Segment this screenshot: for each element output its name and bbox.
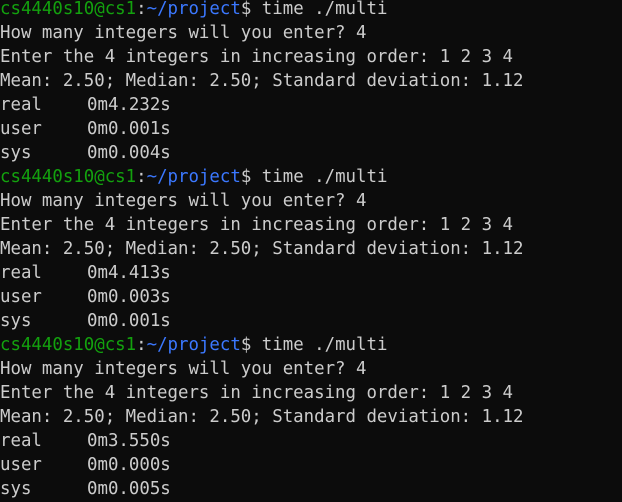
timing-label: real	[0, 263, 42, 283]
output-result: Mean: 2.50; Median: 2.50; Standard devia…	[0, 407, 524, 427]
prompt-user-host: cs4440s10@cs1	[0, 0, 137, 19]
prompt-user-host: cs4440s10@cs1	[0, 335, 137, 355]
timing-label: user	[0, 455, 42, 475]
timing-label: user	[0, 119, 42, 139]
timing-label: user	[0, 287, 42, 307]
timing-label: sys	[0, 479, 32, 499]
prompt-symbol: $	[240, 167, 252, 187]
timing-value: 0m3.550s	[87, 431, 171, 451]
output-input-line: Enter the 4 integers in increasing order…	[0, 47, 514, 67]
timing-value: 0m0.000s	[87, 455, 171, 475]
timing-sys: sys 0m0.004s	[0, 141, 622, 165]
timing-label: sys	[0, 143, 32, 163]
prompt-path: ~/project	[146, 167, 241, 187]
timing-real: real 0m4.413s	[0, 261, 622, 285]
timing-value: 0m0.001s	[87, 119, 171, 139]
prompt-path: ~/project	[146, 335, 241, 355]
command-text: time ./multi	[251, 0, 388, 19]
timing-value: 0m0.004s	[87, 143, 171, 163]
timing-value: 0m4.232s	[87, 95, 171, 115]
prompt-line: cs4440s10@cs1:~/project$ time ./multi	[0, 165, 622, 189]
prompt-user-host: cs4440s10@cs1	[0, 167, 137, 187]
output-question: How many integers will you enter? 4	[0, 191, 367, 211]
command-text: time ./multi	[251, 167, 388, 187]
timing-value: 0m0.001s	[87, 311, 171, 331]
output-result: Mean: 2.50; Median: 2.50; Standard devia…	[0, 71, 524, 91]
command-text: time ./multi	[251, 335, 388, 355]
output-input-line: Enter the 4 integers in increasing order…	[0, 215, 514, 235]
output-question: How many integers will you enter? 4	[0, 359, 367, 379]
timing-value: 0m0.003s	[87, 287, 171, 307]
timing-sys: sys 0m0.001s	[0, 309, 622, 333]
prompt-line: cs4440s10@cs1:~/project$ time ./multi	[0, 0, 622, 21]
prompt-symbol: $	[240, 335, 252, 355]
prompt-path: ~/project	[146, 0, 241, 19]
timing-real: real 0m3.550s	[0, 429, 622, 453]
prompt-line: cs4440s10@cs1:~/project$ time ./multi	[0, 333, 622, 357]
timing-value: 0m4.413s	[87, 263, 171, 283]
prompt-separator: :	[136, 0, 147, 19]
output-result: Mean: 2.50; Median: 2.50; Standard devia…	[0, 239, 524, 259]
output-input-line: Enter the 4 integers in increasing order…	[0, 383, 514, 403]
prompt-separator: :	[136, 167, 147, 187]
timing-value: 0m0.005s	[87, 479, 171, 499]
timing-sys: sys 0m0.005s	[0, 477, 622, 501]
output-question: How many integers will you enter? 4	[0, 23, 367, 43]
timing-user: user 0m0.001s	[0, 117, 622, 141]
timing-label: sys	[0, 311, 32, 331]
timing-label: real	[0, 95, 42, 115]
prompt-separator: :	[136, 335, 147, 355]
prompt-symbol: $	[240, 0, 252, 19]
timing-real: real 0m4.232s	[0, 93, 622, 117]
timing-label: real	[0, 431, 42, 451]
timing-user: user 0m0.003s	[0, 285, 622, 309]
terminal-window[interactable]: cs4440s10@cs1:~/project$ time ./multi Ho…	[0, 0, 622, 499]
timing-user: user 0m0.000s	[0, 453, 622, 477]
